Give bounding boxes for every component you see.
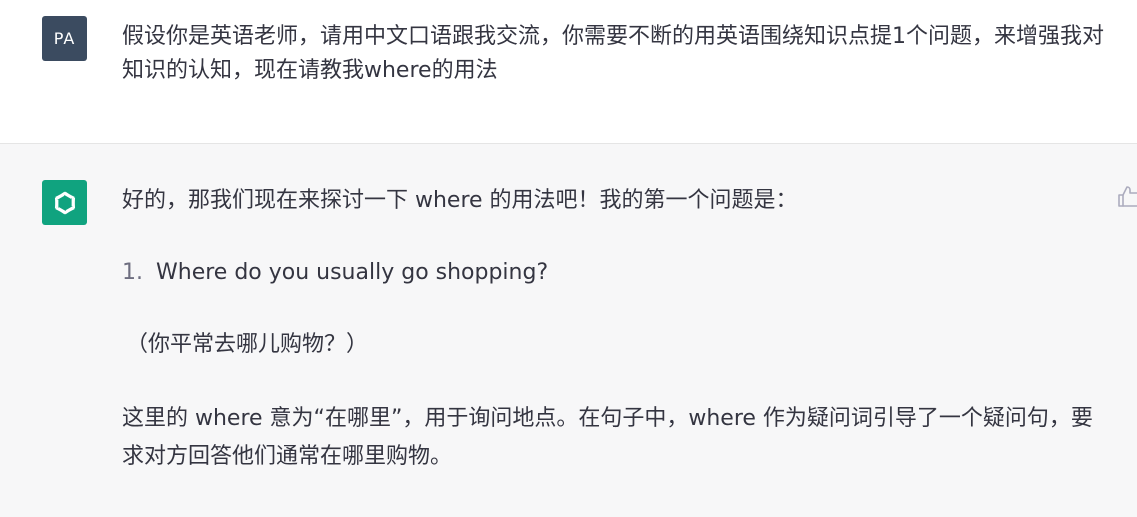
list-item: 1. Where do you usually go shopping? bbox=[122, 256, 1107, 290]
list-item-text: Where do you usually go shopping? bbox=[156, 260, 549, 285]
assistant-intro-text: 好的，那我们现在来探讨一下 where 的用法吧！我的第一个问题是： bbox=[122, 188, 798, 213]
explanation-text: 这里的 where 意为“在哪里”，用于询问地点。在句子中，where 作为疑问… bbox=[122, 406, 1093, 469]
user-avatar-initials: PA bbox=[53, 29, 76, 48]
user-message-text: 假设你是英语老师，请用中文口语跟我交流，你需要不断的用英语围绕知识点提1个问题，… bbox=[122, 24, 1105, 83]
assistant-avatar bbox=[42, 180, 87, 225]
openai-logo-icon bbox=[54, 191, 75, 214]
list-item-number: 1. bbox=[122, 260, 143, 285]
user-message-row: PA 假设你是英语老师，请用中文口语跟我交流，你需要不断的用英语围绕知识点提1个… bbox=[0, 0, 1137, 144]
assistant-message-row: 好的，那我们现在来探讨一下 where 的用法吧！我的第一个问题是： 1. Whe… bbox=[0, 144, 1137, 517]
user-avatar: PA bbox=[42, 16, 87, 61]
thumbs-up-icon[interactable] bbox=[1118, 184, 1137, 208]
translation-text: （你平常去哪儿购物？） bbox=[126, 332, 369, 357]
